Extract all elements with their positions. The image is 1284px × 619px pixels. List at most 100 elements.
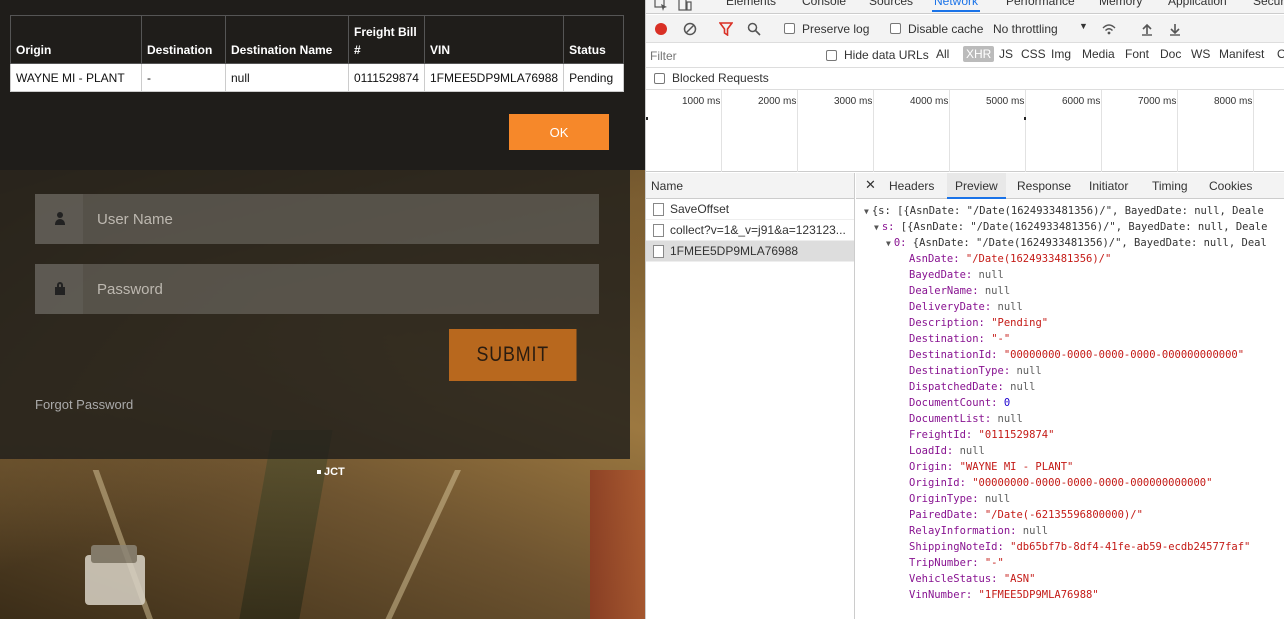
name-column-header[interactable]: Name: [646, 173, 854, 199]
preserve-log-checkbox[interactable]: [784, 23, 795, 34]
json-line: Destination: "-": [909, 331, 1010, 347]
search-icon[interactable]: [747, 22, 761, 36]
close-icon[interactable]: ✕: [865, 177, 876, 193]
request-detail-pane: ✕ Headers Preview Response Initiator Tim…: [856, 173, 1284, 619]
filter-type-other[interactable]: O: [1277, 47, 1284, 61]
device-toolbar-icon[interactable]: [678, 0, 692, 11]
tab-timing[interactable]: Timing: [1152, 179, 1188, 193]
json-key: DocumentCount:: [909, 397, 1004, 409]
request-row-selected[interactable]: 1FMEE5DP9MLA76988: [646, 241, 854, 262]
json-line: DocumentList: null: [909, 411, 1023, 427]
json-value: null: [959, 445, 985, 457]
username-input[interactable]: [97, 194, 587, 244]
request-name: collect?v=1&_v=j91&a=123123...: [670, 223, 846, 237]
username-field: [35, 194, 599, 244]
request-name: SaveOffset: [670, 202, 730, 216]
table-header: VIN: [423, 15, 565, 64]
tab-console[interactable]: Console: [802, 0, 846, 10]
json-key: VinNumber:: [909, 589, 979, 601]
json-line[interactable]: ▼ 0: {AsnDate: "/Date(1624933481356)/", B…: [886, 235, 1267, 251]
ok-button[interactable]: OK: [509, 114, 609, 150]
export-har-icon[interactable]: [1168, 22, 1182, 36]
filter-type-xhr[interactable]: XHR: [963, 46, 995, 62]
json-key: DestinationType:: [909, 365, 1017, 377]
tab-preview[interactable]: Preview: [947, 173, 1006, 199]
detail-tab-bar: ✕ Headers Preview Response Initiator Tim…: [856, 173, 1284, 199]
json-key: PairedDate:: [909, 509, 985, 521]
password-field: [35, 264, 599, 314]
expand-triangle-icon[interactable]: ▼: [886, 239, 891, 248]
blocked-requests-checkbox[interactable]: [654, 73, 665, 84]
json-key: TripNumber:: [909, 557, 985, 569]
disable-cache-checkbox[interactable]: [890, 23, 901, 34]
forgot-password-link[interactable]: Forgot Password: [35, 397, 133, 412]
filter-type-all[interactable]: All: [936, 47, 949, 61]
json-line[interactable]: ▼ {s: [{AsnDate: "/Date(1624933481356)/",…: [864, 203, 1264, 219]
json-line[interactable]: ▼ s: [{AsnDate: "/Date(1624933481356)/", …: [874, 219, 1267, 235]
tab-memory[interactable]: Memory: [1099, 0, 1142, 10]
timeline-label: 5000 ms: [986, 96, 1025, 107]
json-line: TripNumber: "-": [909, 555, 1004, 571]
json-line: VinNumber: "1FMEE5DP9MLA76988": [909, 587, 1099, 603]
expand-triangle-icon[interactable]: ▼: [874, 223, 879, 232]
import-har-icon[interactable]: [1140, 22, 1154, 36]
clear-icon[interactable]: [683, 22, 697, 36]
tab-sources[interactable]: Sources: [869, 0, 913, 10]
tab-security[interactable]: Secur: [1253, 0, 1284, 10]
json-key: OriginType:: [909, 493, 985, 505]
json-key: FreightId:: [909, 429, 979, 441]
request-row[interactable]: SaveOffset: [646, 199, 854, 220]
filter-type-img[interactable]: Img: [1051, 47, 1071, 61]
json-line: PairedDate: "/Date(-62135596800000)/": [909, 507, 1143, 523]
expand-triangle-icon[interactable]: ▼: [864, 207, 869, 216]
tab-application[interactable]: Application: [1168, 0, 1227, 10]
user-icon: [55, 212, 65, 226]
tab-performance[interactable]: Performance: [1006, 0, 1075, 10]
timeline-label: 3000 ms: [834, 96, 873, 107]
inspect-element-icon[interactable]: [654, 0, 668, 11]
lock-icon-box: [35, 264, 83, 314]
tab-cookies[interactable]: Cookies: [1209, 179, 1252, 193]
filter-type-manifest[interactable]: Manifest: [1219, 47, 1264, 61]
table-cell-status: Pending: [563, 63, 624, 92]
filter-type-doc[interactable]: Doc: [1160, 47, 1181, 61]
filter-type-js[interactable]: JS: [999, 47, 1013, 61]
background-truck: [590, 470, 645, 619]
filter-bar: Hide data URLs All XHR JS CSS Img Media …: [646, 43, 1284, 68]
chevron-down-icon: ▼: [1079, 21, 1088, 31]
password-input[interactable]: [97, 264, 587, 314]
timeline-gridline: [797, 90, 798, 172]
timeline-gridline: [1025, 90, 1026, 172]
throttling-select[interactable]: No throttling: [993, 22, 1058, 36]
filter-type-css[interactable]: CSS: [1021, 47, 1046, 61]
json-value: "db65bf7b-8df4-41fe-ab59-ecdb24577faf": [1010, 541, 1251, 553]
network-timeline-overview[interactable]: 1000 ms 2000 ms 3000 ms 4000 ms 5000 ms …: [646, 90, 1284, 172]
json-value: null: [1016, 365, 1042, 377]
filter-input[interactable]: [650, 46, 814, 65]
record-icon[interactable]: [654, 22, 668, 36]
hide-data-urls-checkbox[interactable]: [826, 50, 837, 61]
tab-elements[interactable]: Elements: [726, 0, 776, 10]
json-key: OriginId:: [909, 477, 973, 489]
filter-icon[interactable]: [719, 22, 733, 36]
filter-type-font[interactable]: Font: [1125, 47, 1149, 61]
request-row[interactable]: collect?v=1&_v=j91&a=123123...: [646, 220, 854, 241]
tab-initiator[interactable]: Initiator: [1089, 179, 1128, 193]
json-line: RelayInformation: null: [909, 523, 1048, 539]
filter-type-ws[interactable]: WS: [1191, 47, 1210, 61]
tab-response[interactable]: Response: [1017, 179, 1071, 193]
json-key: Description:: [909, 317, 992, 329]
table-header: Destination Name: [225, 15, 349, 64]
json-value: "Pending": [991, 317, 1049, 329]
tab-network[interactable]: Network: [932, 0, 981, 12]
network-toolbar: Preserve log Disable cache No throttling…: [646, 15, 1284, 43]
network-conditions-icon[interactable]: [1102, 22, 1116, 36]
json-value: "1FMEE5DP9MLA76988": [978, 589, 1099, 601]
submit-button[interactable]: SUBMIT: [449, 329, 577, 381]
json-value: "/Date(1624933481356)/": [965, 253, 1112, 265]
filter-type-media[interactable]: Media: [1082, 47, 1115, 61]
json-key: DispatchedDate:: [909, 381, 1011, 393]
json-key: DocumentList:: [909, 413, 998, 425]
tab-headers[interactable]: Headers: [889, 179, 934, 193]
disable-cache-label: Disable cache: [908, 22, 984, 36]
